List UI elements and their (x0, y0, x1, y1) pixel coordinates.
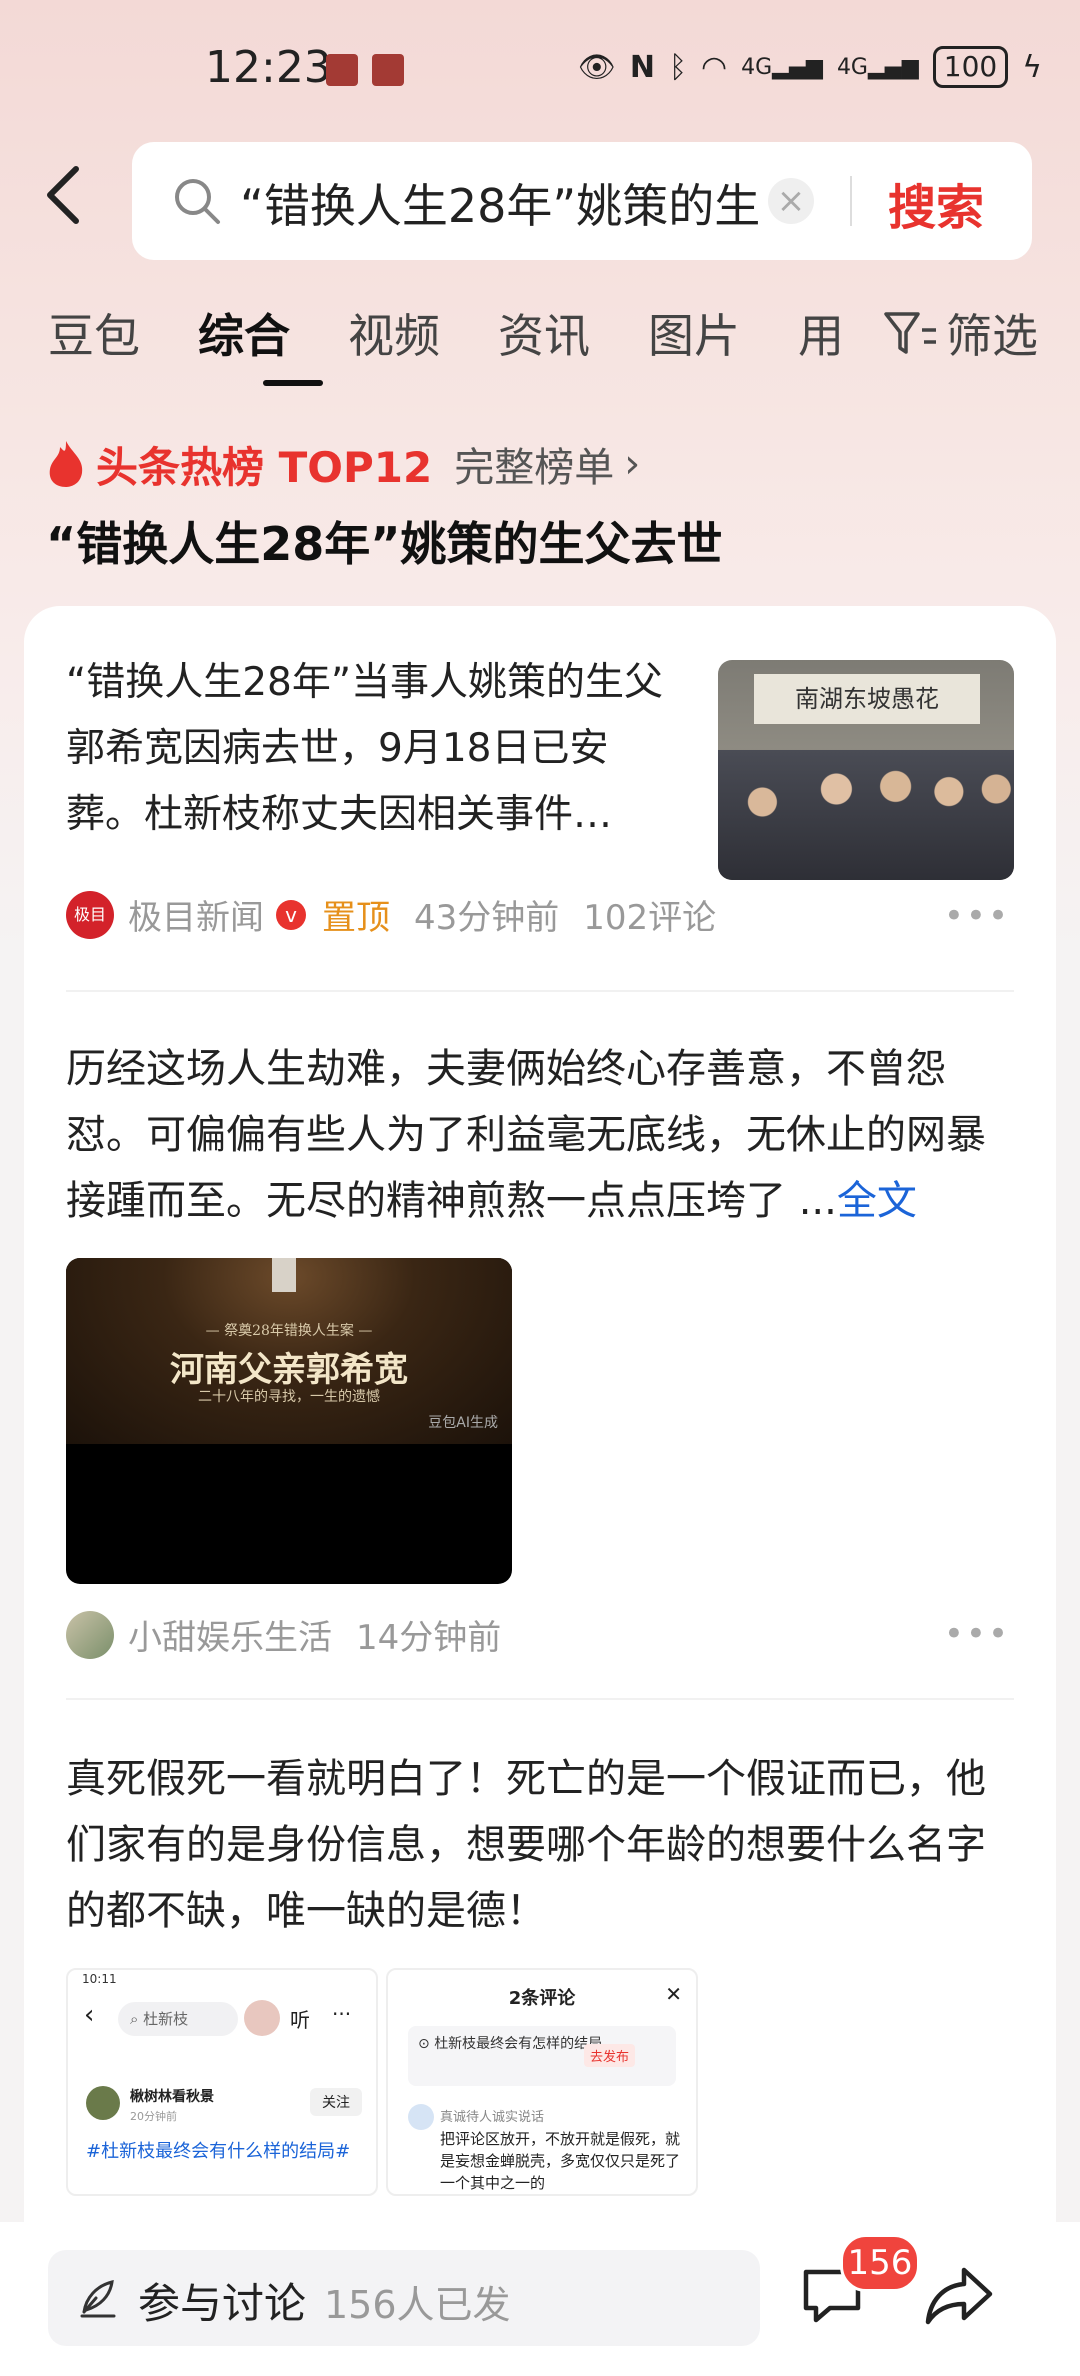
wifi-icon: ◠ (700, 49, 728, 85)
close-icon: ✕ (665, 1982, 682, 2006)
filter-label: 筛选 (946, 309, 1038, 363)
clear-icon[interactable]: × (768, 178, 814, 224)
listen-label: 听 (290, 2008, 310, 2032)
filter-icon (884, 312, 936, 354)
author-name[interactable]: 小甜娱乐生活 (128, 1610, 332, 1659)
tab-news[interactable]: 资讯 (498, 300, 590, 366)
divider (850, 176, 852, 226)
news-thumbnail[interactable]: 南湖东坡愚花 (718, 660, 1014, 880)
chevron-right-icon: › (624, 441, 641, 487)
screenshot-publish: 去发布 (584, 2044, 636, 2067)
hot-list-header[interactable]: 头条热榜 TOP12 完整榜单 › (46, 432, 640, 496)
search-input[interactable]: “错换人生28年”姚策的生 (240, 170, 800, 236)
avatar[interactable] (66, 1610, 114, 1659)
screenshot-username: 楸树林看秋景 (130, 2089, 214, 2105)
tab-bar: 豆包 综合 视频 资讯 图片 用 筛选 (48, 300, 1038, 386)
screenshot-commenter: 真诚待人诚实说话 (440, 2110, 545, 2125)
more-options-icon: ··· (332, 2002, 352, 2026)
bluetooth-icon: ᛒ (668, 49, 687, 85)
app-notification-icon (372, 54, 404, 86)
thumbnail-banner: 南湖东坡愚花 (754, 674, 980, 724)
signal-icon: 4G▂▄▆ (741, 54, 823, 80)
post-meta: 小甜娱乐生活 14分钟前 (66, 1610, 501, 1659)
battery-indicator: 100 (932, 46, 1009, 88)
hot-list-title: 头条热榜 TOP12 (96, 442, 433, 492)
video-caption: 二十八年的寻找，一生的遗憾 (198, 1389, 380, 1405)
full-text-link[interactable]: 全文 (837, 1178, 917, 1224)
post-text[interactable]: 历经这场人生劫难，夫妻俩始终心存善意，不曾怨怼。可偏偏有些人为了利益毫无底线，无… (66, 1036, 1016, 1234)
screenshot-time: 10:11 (82, 1972, 117, 1986)
status-bar: 12:23 👁 N ᛒ ◠ 4G▂▄▆ 4G▂▄▆ 100 ϟ (0, 40, 1080, 100)
charging-icon: ϟ (1022, 49, 1042, 85)
screenshot-topic-box: ⊙ 杜新枝最终会有怎样的结局 (408, 2026, 676, 2086)
screenshot-search: ⌕ 杜新枝 (118, 2002, 238, 2036)
signal-icon: 4G▂▄▆ (836, 54, 919, 80)
avatar (244, 2000, 280, 2036)
tab-images[interactable]: 图片 (648, 300, 740, 366)
avatar (86, 2086, 120, 2120)
share-icon[interactable] (924, 2264, 994, 2328)
post-text[interactable]: 真死假死一看就明白了！死亡的是一个假证而已，他们家有的是身份信息，想要哪个年龄的… (66, 1746, 1016, 1944)
source-name[interactable]: 极目新闻 (128, 890, 264, 939)
pinned-badge: 置顶 (322, 898, 390, 938)
status-icons: 👁 N ᛒ ◠ 4G▂▄▆ 4G▂▄▆ 100 ϟ (578, 46, 1042, 88)
comment-count-badge: 156 (840, 2234, 920, 2292)
ai-generated-label: 豆包AI生成 (428, 1415, 498, 1431)
search-button[interactable]: 搜索 (888, 168, 984, 238)
tab-users[interactable]: 用 (798, 300, 844, 366)
back-icon[interactable] (44, 165, 84, 225)
back-icon: ‹ (84, 2000, 95, 2030)
full-list-link[interactable]: 完整榜单 (454, 435, 614, 493)
active-tab-indicator (263, 380, 323, 386)
tab-all[interactable]: 综合 (198, 300, 290, 366)
news-comments[interactable]: 102评论 (583, 890, 716, 939)
news-summary[interactable]: “错换人生28年”当事人姚策的生父郭希宽因病去世，9月18日已安葬。杜新枝称丈夫… (66, 650, 666, 848)
divider (66, 1698, 1014, 1700)
verified-icon: v (276, 899, 306, 930)
nfc-icon: N (629, 49, 655, 85)
news-meta: 极目 极目新闻 v 置顶 43分钟前 102评论 (66, 890, 716, 939)
divider (66, 990, 1014, 992)
screenshot-user-time: 20分钟前 (130, 2110, 177, 2123)
more-options-icon[interactable]: ••• (944, 1614, 1010, 1654)
bottom-bar: 参与讨论 156人已发 156 (0, 2222, 1080, 2376)
app-notification-icon (326, 54, 358, 86)
pen-icon (80, 2280, 116, 2318)
status-time: 12:23 (205, 42, 332, 93)
tab-video[interactable]: 视频 (348, 300, 440, 366)
tab-doubao[interactable]: 豆包 (48, 300, 140, 366)
flame-icon (49, 441, 83, 487)
screenshot-comment: 把评论区放开，不放开就是假死，就是妄想金蝉脱壳，多宽仅仅只是死了一个其中之一的 (440, 2130, 681, 2192)
hot-headline[interactable]: “错换人生28年”姚策的生父去世 (46, 508, 722, 574)
more-options-icon[interactable]: ••• (944, 896, 1010, 936)
video-title: 河南父亲郭希宽 (170, 1350, 408, 1390)
source-logo[interactable]: 极目 (66, 890, 114, 939)
avatar (408, 2104, 434, 2130)
post-time: 14分钟前 (356, 1618, 502, 1658)
news-time: 43分钟前 (414, 898, 560, 938)
screenshot-image[interactable]: 10:11 ‹ ⌕ 杜新枝 听 ··· 楸树林看秋景 20分钟前 关注 #杜新枝… (66, 1968, 378, 2196)
search-bar[interactable]: “错换人生28年”姚策的生 × 搜索 (132, 142, 1032, 260)
discuss-label: 参与讨论 (138, 2279, 307, 2328)
video-frame: — 祭奠28年错换人生案 — 河南父亲郭希宽 二十八年的寻找，一生的遗憾 豆包A… (66, 1258, 512, 1444)
video-subtitle: — 祭奠28年错换人生案 — (205, 1323, 373, 1339)
filter-button[interactable]: 筛选 (884, 300, 1038, 366)
thumbnail-photo (718, 750, 1014, 880)
search-icon (175, 179, 220, 224)
results-card: “错换人生28年”当事人姚策的生父郭希宽因病去世，9月18日已安葬。杜新枝称丈夫… (24, 606, 1056, 2326)
screenshot-image[interactable]: 2条评论 ✕ ⊙ 杜新枝最终会有怎样的结局 去发布 真诚待人诚实说话 把评论区放… (386, 1968, 698, 2196)
screenshot-comments-title: 2条评论 (508, 1988, 576, 2009)
screenshot-hashtag: #杜新枝最终会有什么样的结局# (86, 2141, 351, 2162)
screenshot-follow: 关注 (310, 2088, 362, 2116)
eye-icon: 👁 (577, 49, 616, 85)
discuss-count: 156人已发 (324, 2283, 511, 2327)
candle-image (272, 1258, 296, 1292)
discuss-input[interactable]: 参与讨论 156人已发 (48, 2250, 760, 2346)
video-thumbnail[interactable]: — 祭奠28年错换人生案 — 河南父亲郭希宽 二十八年的寻找，一生的遗憾 豆包A… (66, 1258, 512, 1584)
